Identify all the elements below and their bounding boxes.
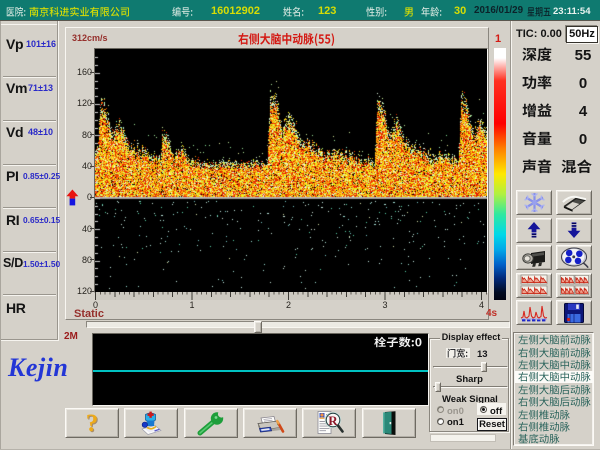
svg-text:R: R bbox=[328, 413, 338, 428]
svg-text:?: ? bbox=[86, 410, 99, 436]
